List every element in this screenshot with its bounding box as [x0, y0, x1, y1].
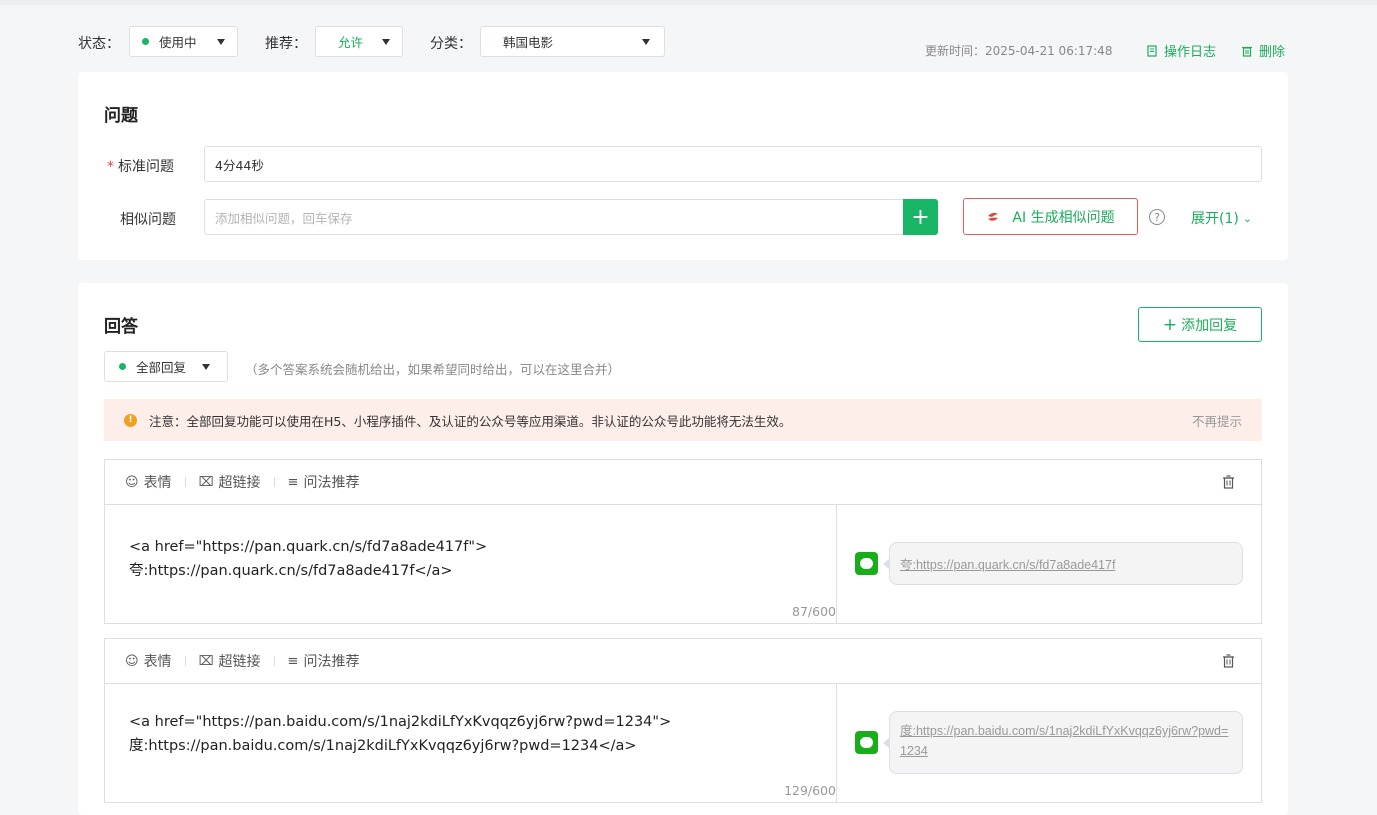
toolbar-separator — [184, 656, 186, 666]
operation-log-button[interactable]: 操作日志 — [1146, 41, 1216, 60]
chevron-down-icon — [202, 364, 210, 370]
paperclip-icon: ⌧ — [198, 653, 214, 669]
status-dot — [142, 38, 149, 45]
hyperlink-tool-label: 超链接 — [218, 475, 261, 491]
wechat-icon — [855, 552, 878, 575]
char-count: 87/600 — [792, 604, 836, 619]
help-icon[interactable]: ? — [1149, 209, 1165, 225]
list-search-icon: ≡ — [287, 474, 299, 490]
add-reply-label: 添加回复 — [1181, 317, 1238, 334]
expand-similar-button[interactable]: 展开(1) ⌄ — [1191, 208, 1252, 228]
operation-log-label: 操作日志 — [1164, 45, 1217, 60]
chevron-down-icon — [217, 39, 225, 45]
emoji-tool[interactable]: ☺ 表情 — [125, 472, 172, 492]
update-time: 更新时间：2025-04-21 06:17:48 — [925, 44, 1113, 58]
hyperlink-tool[interactable]: ⌧ 超链接 — [199, 651, 261, 671]
add-similar-question-button[interactable]: + — [903, 199, 938, 235]
answer-title: 回答 — [104, 317, 138, 337]
trash-icon — [1242, 46, 1252, 57]
reply-code: <a href="https://pan.quark.cn/s/fd7a8ade… — [129, 539, 488, 579]
top-divider — [0, 0, 1377, 5]
similar-question-placeholder: 添加相似问题，回车保存 — [215, 210, 353, 226]
recommend-tool[interactable]: ≡ 问法推荐 — [288, 651, 360, 671]
toolbar-separator — [273, 656, 275, 666]
status-label: 状态： — [78, 36, 120, 52]
document-icon — [1147, 44, 1157, 57]
smile-icon: ☺ — [125, 474, 139, 490]
ai-generate-button[interactable]: AI 生成相似问题 — [963, 198, 1138, 235]
status-select[interactable]: 使用中 — [129, 26, 238, 57]
category-select[interactable]: 韩国电影 — [480, 26, 665, 57]
hyperlink-tool-label: 超链接 — [218, 654, 261, 670]
reply-editor-block: ☺ 表情 ⌧ 超链接 ≡ 问法推荐 <a href="https://p — [104, 638, 1262, 803]
ai-sparkle-icon — [988, 212, 999, 221]
char-count: 129/600 — [784, 783, 836, 798]
notice-dismiss-button[interactable]: 不再提示 — [1192, 411, 1242, 430]
reply-mode-value: 全部回复 — [136, 360, 187, 375]
reply-toolbar: ☺ 表情 ⌧ 超链接 ≡ 问法推荐 — [105, 460, 1261, 505]
recommend-label: 推荐： — [265, 36, 307, 52]
recommend-select[interactable]: 允许 — [315, 26, 403, 57]
preview-bubble: 夸:https://pan.quark.cn/s/fd7a8ade417f — [889, 542, 1243, 585]
notice-text: 注意：全部回复功能可以使用在H5、小程序插件、及认证的公众号等应用渠道。非认证的… — [149, 413, 792, 429]
wechat-icon — [855, 731, 878, 754]
reply-mode-dot — [119, 363, 126, 370]
chevron-down-icon — [382, 39, 390, 45]
reply-preview: 度:https://pan.baidu.com/s/1naj2kdiLfYxKv… — [837, 684, 1261, 802]
warning-icon: ! — [124, 413, 137, 427]
paperclip-icon: ⌧ — [198, 474, 214, 490]
emoji-tool-label: 表情 — [143, 654, 172, 670]
plus-icon: + — [1162, 314, 1178, 335]
filter-bar: 状态： 使用中 推荐： 允许 分类： 韩国电影 更新时间：2025-04-21 … — [78, 26, 1288, 60]
required-mark: * — [107, 159, 114, 175]
chevron-down-icon — [642, 39, 650, 45]
standard-question-value: 4分44秒 — [215, 157, 264, 173]
reply-editor[interactable]: <a href="https://pan.baidu.com/s/1naj2kd… — [105, 684, 837, 802]
smile-icon: ☺ — [125, 653, 139, 669]
category-label: 分类： — [430, 36, 472, 52]
standard-question-input[interactable]: 4分44秒 — [204, 146, 1262, 182]
reply-editor-block: ☺ 表情 ⌧ 超链接 ≡ 问法推荐 <a href="https://p — [104, 459, 1262, 624]
trash-icon[interactable] — [1222, 475, 1235, 489]
standard-question-label: * 标准问题 — [107, 156, 174, 176]
toolbar-separator — [273, 477, 275, 487]
recommend-tool-label: 问法推荐 — [303, 654, 360, 670]
recommend-value: 允许 — [338, 35, 364, 50]
toolbar-separator — [184, 477, 186, 487]
expand-label: 展开(1) — [1191, 211, 1239, 227]
list-search-icon: ≡ — [287, 653, 299, 669]
hyperlink-tool[interactable]: ⌧ 超链接 — [199, 472, 261, 492]
ai-generate-label: AI 生成相似问题 — [1012, 209, 1115, 226]
reply-hint: （多个答案系统会随机给出，如果希望同时给出，可以在这里合并） — [245, 362, 621, 377]
similar-question-input[interactable]: 添加相似问题，回车保存 — [204, 199, 904, 235]
trash-icon[interactable] — [1222, 654, 1235, 668]
preview-bubble: 度:https://pan.baidu.com/s/1naj2kdiLfYxKv… — [889, 711, 1243, 774]
category-value: 韩国电影 — [503, 35, 554, 50]
delete-button[interactable]: 删除 — [1241, 41, 1285, 60]
reply-toolbar: ☺ 表情 ⌧ 超链接 ≡ 问法推荐 — [105, 639, 1261, 684]
notice-banner: ! 注意：全部回复功能可以使用在H5、小程序插件、及认证的公众号等应用渠道。非认… — [104, 399, 1262, 441]
emoji-tool-label: 表情 — [143, 475, 172, 491]
reply-code: <a href="https://pan.baidu.com/s/1naj2kd… — [129, 714, 672, 754]
recommend-tool[interactable]: ≡ 问法推荐 — [288, 472, 360, 492]
status-value: 使用中 — [159, 35, 197, 50]
similar-question-label: 相似问题 — [120, 212, 176, 228]
question-card: 问题 * 标准问题 4分44秒 相似问题 添加相似问题，回车保存 + AI 生成相… — [78, 72, 1288, 260]
answer-card: 回答 + 添加回复 全部回复 （多个答案系统会随机给出，如果希望同时给出，可以在… — [78, 283, 1288, 815]
reply-preview: 夸:https://pan.quark.cn/s/fd7a8ade417f — [837, 505, 1261, 623]
chevron-down-icon: ⌄ — [1242, 211, 1253, 225]
reply-mode-select[interactable]: 全部回复 — [104, 351, 228, 382]
emoji-tool[interactable]: ☺ 表情 — [125, 651, 172, 671]
delete-label: 删除 — [1259, 45, 1286, 60]
standard-question-label-text: 标准问题 — [118, 159, 174, 175]
question-title: 问题 — [104, 106, 138, 126]
add-reply-button[interactable]: + 添加回复 — [1138, 307, 1262, 342]
recommend-tool-label: 问法推荐 — [303, 475, 360, 491]
reply-editor[interactable]: <a href="https://pan.quark.cn/s/fd7a8ade… — [105, 505, 837, 623]
